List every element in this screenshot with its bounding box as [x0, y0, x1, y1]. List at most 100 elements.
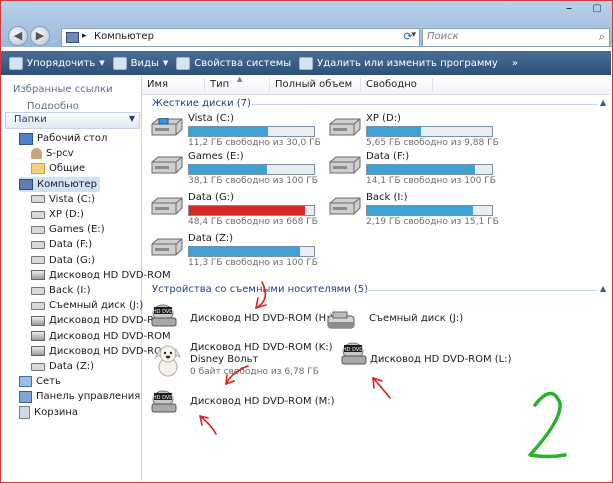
removable-item-m[interactable]: HD DVD Дисковод HD DVD-ROM (M:): [148, 390, 335, 420]
tree-item[interactable]: Back (I:): [31, 283, 91, 298]
tree-item-label: Корзина: [34, 406, 79, 418]
hard-disk-item[interactable]: Data (Z:) 11,3 ГБ свободно из 100 ГБ: [150, 233, 325, 272]
hard-disk-free-space: 11,2 ГБ свободно из 30,0 ГБ: [188, 138, 321, 148]
tree-item[interactable]: Панель управления: [19, 389, 140, 404]
drive-icon: [31, 210, 45, 219]
disk-usage-bar: [188, 205, 315, 216]
column-divider[interactable]: [432, 78, 433, 92]
breadcrumb-separator: ▸: [82, 31, 87, 41]
disk-usage-bar: [366, 164, 493, 175]
column-divider[interactable]: [204, 78, 205, 92]
hard-disk-name: Back (I:): [366, 192, 408, 203]
breadcrumb[interactable]: Компьютер: [94, 31, 154, 42]
recycle-bin-icon: [19, 405, 30, 419]
drive-icon: [31, 240, 45, 249]
drive-icon: [31, 286, 45, 295]
tree-item[interactable]: XP (D:): [31, 207, 84, 222]
hard-disk-item[interactable]: Vista (C:) 11,2 ГБ свободно из 30,0 ГБ: [150, 113, 325, 152]
minimize-button[interactable]: ⎯: [558, 3, 580, 17]
disc-free-space: 0 байт свободно из 6,78 ГБ: [190, 367, 319, 377]
hard-drive-icon: [329, 197, 361, 215]
organize-label: Упорядочить: [27, 57, 96, 69]
system-properties-button[interactable]: Свойства системы: [176, 56, 292, 70]
refresh-button[interactable]: ⟳: [399, 28, 417, 45]
system-properties-label: Свойства системы: [194, 57, 292, 69]
tree-item[interactable]: Games (E:): [31, 222, 105, 237]
removable-item-h[interactable]: HD DVD Дисковод HD DVD-ROM (H:): [148, 304, 333, 334]
column-divider[interactable]: [360, 78, 361, 92]
tree-item[interactable]: Компьютер: [19, 176, 100, 192]
hard-disk-item[interactable]: Data (F:) 14,1 ГБ свободно из 100 ГБ: [328, 151, 503, 190]
tree-item[interactable]: Data (F:): [31, 237, 92, 252]
column-free-space[interactable]: Свободно: [366, 79, 417, 90]
favorite-links-header[interactable]: Избранные ссылки: [13, 84, 113, 95]
folders-label: Папки: [14, 114, 47, 125]
collapse-icon[interactable]: ▲: [600, 98, 606, 107]
hard-disk-item[interactable]: Back (I:) 2,19 ГБ свободно из 15,1 ГБ: [328, 192, 503, 231]
favorite-links-item[interactable]: Подробно: [27, 101, 79, 109]
removable-item-j[interactable]: Съемный диск (J:): [325, 308, 505, 334]
disk-usage-fill: [367, 206, 474, 215]
drive-icon: [31, 362, 45, 371]
tree-item[interactable]: Общие: [31, 161, 85, 176]
hard-disk-free-space: 14,1 ГБ свободно из 100 ГБ: [366, 176, 496, 186]
column-total-size[interactable]: Полный объем: [275, 79, 352, 90]
removable-disk-icon: [327, 311, 355, 329]
tree-item[interactable]: Съемный диск (J:): [31, 298, 143, 313]
tree-item[interactable]: Data (G:): [31, 253, 95, 268]
search-icon[interactable]: ⌕: [599, 30, 605, 44]
address-bar[interactable]: ▸ Компьютер ▾: [61, 28, 420, 47]
hard-disk-free-space: 11,3 ГБ свободно из 100 ГБ: [188, 258, 318, 268]
removable-group-title[interactable]: Устройства со съемными носителями (5): [152, 284, 368, 295]
forward-arrow-icon: ▶: [35, 29, 45, 42]
dvd-drive-icon: [31, 346, 45, 357]
column-divider[interactable]: [269, 78, 270, 92]
tree-item-label: Back (I:): [49, 285, 91, 296]
maximize-button[interactable]: ▢: [586, 3, 608, 17]
forward-button[interactable]: ▶: [30, 26, 50, 46]
organize-button[interactable]: Упорядочить ▼: [9, 56, 105, 70]
folders-header[interactable]: Папки ▼: [5, 112, 140, 129]
hd-dvd-drive-icon: HD DVD: [341, 342, 367, 365]
column-type[interactable]: Тип: [210, 79, 229, 90]
disney-bolt-disc-icon: [154, 345, 182, 377]
hd-dvd-badge: HD DVD: [153, 395, 173, 401]
disc-label: Disney Вольт: [190, 354, 259, 365]
tree-item[interactable]: Корзина: [19, 405, 78, 420]
tree-item-label: Data (F:): [49, 239, 93, 251]
uninstall-program-label: Удалить или изменить программу: [317, 57, 498, 69]
hard-disk-name: Vista (C:): [188, 113, 234, 124]
system-properties-icon: [176, 56, 191, 70]
tree-item-label: Рабочий стол: [37, 133, 108, 144]
disk-usage-bar: [188, 246, 315, 257]
hard-disk-free-space: 38,1 ГБ свободно из 100 ГБ: [188, 176, 318, 186]
hard-disk-item[interactable]: XP (D:) 5,65 ГБ свободно из 9,88 ГБ: [328, 113, 503, 152]
hard-disks-group-title[interactable]: Жесткие диски (7): [152, 98, 251, 109]
tree-item[interactable]: S-pcv: [31, 146, 74, 161]
navigation-pane: Избранные ссылки Подробно Папки ▼ Рабочи…: [1, 76, 171, 481]
more-commands-button[interactable]: »: [512, 58, 518, 69]
back-button[interactable]: ◀: [8, 26, 28, 46]
column-name[interactable]: Имя: [147, 79, 168, 90]
tree-item[interactable]: Рабочий стол: [19, 131, 107, 146]
uninstall-program-button[interactable]: Удалить или изменить программу: [299, 56, 498, 70]
removable-item-l[interactable]: HD DVD Дисковод HD DVD-ROM (L:): [338, 342, 518, 372]
tree-item-label: Компьютер: [37, 178, 97, 190]
views-button[interactable]: Виды ▼: [112, 56, 168, 70]
removable-item-name: Дисковод HD DVD-ROM (L:): [370, 354, 512, 365]
tree-item[interactable]: Data (Z:): [31, 359, 94, 374]
removable-item-name: Дисковод HD DVD-ROM (H:): [190, 313, 334, 324]
desktop-icon: [19, 132, 33, 145]
removable-item-k[interactable]: Дисковод HD DVD-ROM (K:) Disney Вольт 0 …: [148, 340, 338, 382]
collapse-icon[interactable]: ▲: [600, 284, 606, 293]
hard-disk-item[interactable]: Data (G:) 48,4 ГБ свободно из 668 ГБ: [150, 192, 325, 231]
hd-dvd-drive-icon: HD DVD: [151, 390, 177, 413]
tree-item[interactable]: Сеть: [19, 374, 61, 389]
hard-disk-name: Games (E:): [188, 151, 244, 162]
disk-usage-bar: [188, 164, 315, 175]
search-input[interactable]: Поиск ⌕: [422, 28, 610, 47]
hard-drive-icon: [151, 238, 183, 256]
refresh-icon: ⟳: [403, 30, 413, 43]
hard-disk-item[interactable]: Games (E:) 38,1 ГБ свободно из 100 ГБ: [150, 151, 325, 190]
tree-item[interactable]: Vista (C:): [31, 192, 95, 207]
